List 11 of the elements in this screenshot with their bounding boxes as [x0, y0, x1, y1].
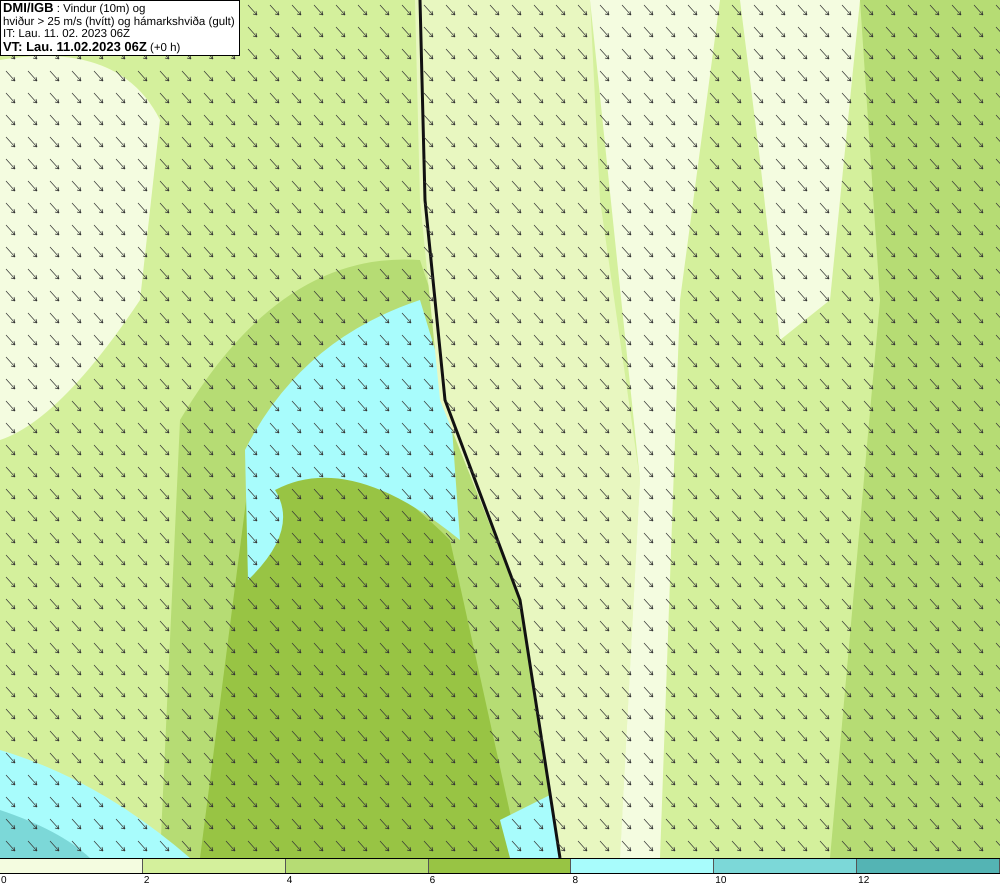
title-line: VT: Lau. 11.02.2023 06Z (+0 h) [3, 40, 182, 54]
legend-tick-label: 12 [857, 874, 870, 887]
title-line: DMI/IGB : Vindur (10m) og [3, 2, 146, 16]
legend-tick-label: 6 [428, 874, 436, 887]
title-line: hviður > 25 m/s (hvítt) og hámarkshviða (gult) [3, 16, 235, 28]
legend-tick-label: 0 [0, 874, 8, 887]
legend-tick-label: 10 [714, 874, 728, 887]
legend-tick-label: 4 [286, 874, 294, 887]
legend-tick-label: 8 [571, 874, 579, 887]
title-line: IT: Lau. 11. 02. 2023 06Z [3, 28, 132, 40]
legend-tick-label: 2 [142, 874, 150, 887]
